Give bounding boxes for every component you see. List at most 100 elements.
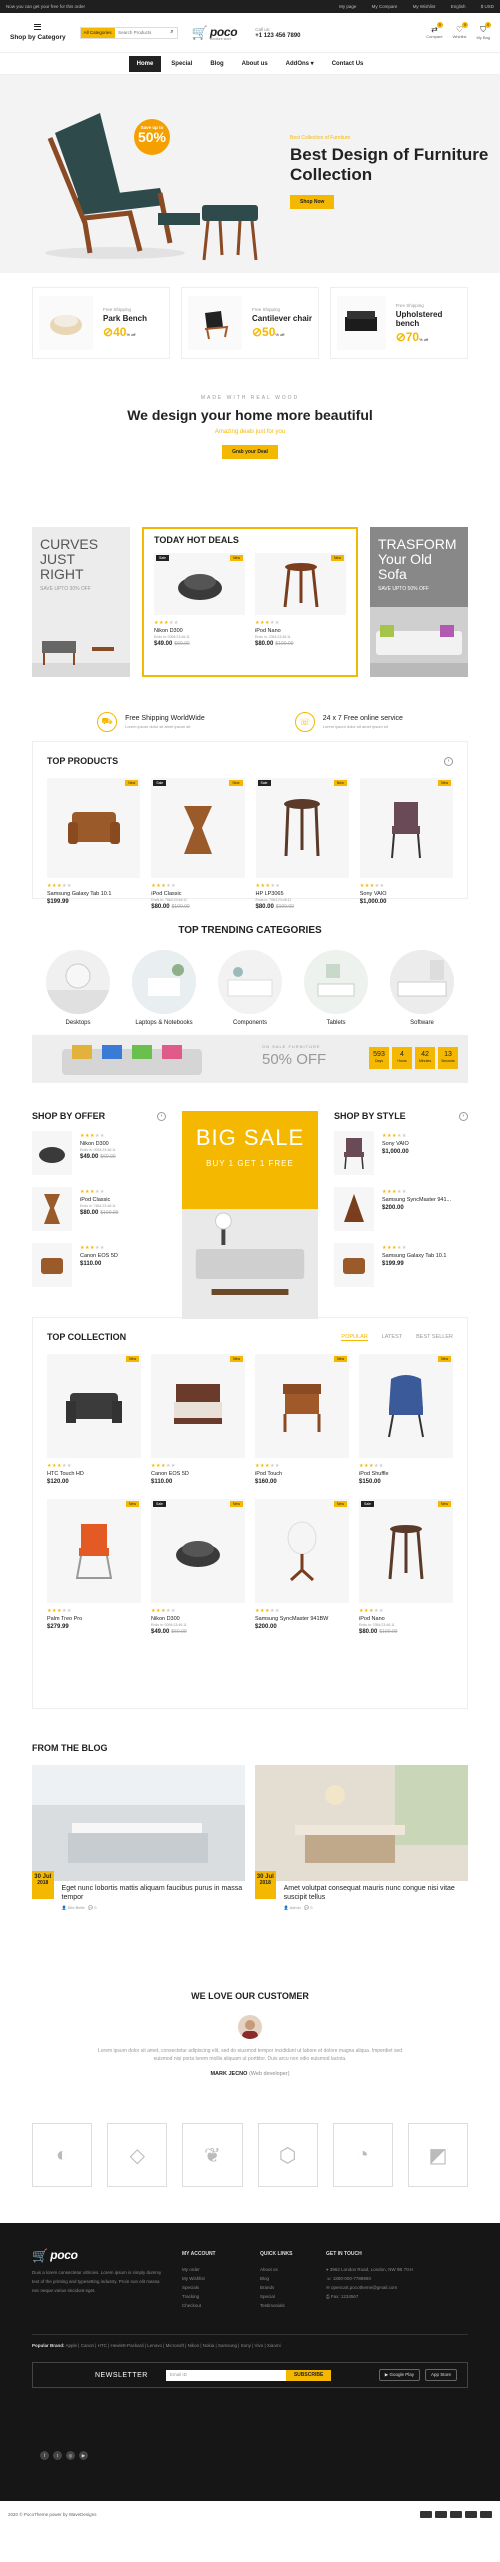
category-components[interactable]: Components	[218, 950, 282, 1026]
brand-logo[interactable]: ◔	[332, 2123, 393, 2187]
footer-link[interactable]: Special	[260, 2292, 326, 2301]
product-name[interactable]: HTC Touch HD	[47, 1471, 141, 1477]
language-select[interactable]: English	[451, 4, 466, 9]
product-card[interactable]: Sale New ★★★★★ iPod Nano Ends in: 2354:23:46…	[359, 1499, 453, 1635]
product-card[interactable]: New ★★★★★ Sony VAIO $1,000.00	[359, 778, 453, 910]
popular-list[interactable]: Apple | Canon | HTC | Hewlett-Packard | …	[66, 2343, 281, 2348]
tab-best-seller[interactable]: BEST SELLER	[416, 1334, 453, 1341]
top-link-wishlist[interactable]: My Wishlist	[413, 4, 436, 9]
product-card[interactable]: New ★★★★★ iPod Touch $160.00	[255, 1354, 349, 1485]
list-item[interactable]: ★★★★★ Nikon D300 Ends in: 0094:23:46:11 $49…	[32, 1131, 166, 1175]
cart-button[interactable]: ⛉ 0 My Bag	[476, 22, 492, 40]
footer-link[interactable]: Brands	[260, 2283, 326, 2292]
nav-special[interactable]: Special	[163, 56, 200, 72]
tab-popular[interactable]: POPULAR	[341, 1334, 368, 1341]
product-card[interactable]: Sale New ★★★★★ iPod Classic Ends in: 7664…	[151, 778, 245, 910]
product-name[interactable]: iPod Touch	[255, 1471, 349, 1477]
footer-link[interactable]: Checkout	[182, 2301, 260, 2310]
footer-link[interactable]: Specials	[182, 2283, 260, 2292]
subscribe-button[interactable]: SUBSCRIBE	[285, 2369, 332, 2381]
shop-by-category-button[interactable]: Shop by Category	[10, 24, 66, 41]
product-name[interactable]: iPod Nano	[255, 628, 346, 634]
list-item[interactable]: ★★★★★ Samsung SyncMaster 941... $200.00	[334, 1187, 468, 1231]
brand-logo[interactable]: ⬡	[257, 2123, 318, 2187]
product-card[interactable]: Sale New ★★★★★ Nikon D300 Ends in: 0094:2…	[154, 553, 245, 647]
brand-logo[interactable]: ◩	[407, 2123, 469, 2187]
list-item[interactable]: ★★★★★ Samsung Galaxy Tab 10.1 $199.99	[334, 1243, 468, 1287]
product-name[interactable]: Samsung SyncMaster 941...	[382, 1197, 451, 1203]
list-item[interactable]: ★★★★★ iPod Classic Ends in: 7664:23:46:11 $…	[32, 1187, 166, 1231]
footer-link[interactable]: Testimonials	[260, 2301, 326, 2310]
category-desktops[interactable]: Desktops	[46, 950, 110, 1026]
product-card[interactable]: Sale New ★★★★★ Nikon D300 Ends in: 0094:23:4…	[151, 1499, 245, 1635]
footer-link[interactable]: My Wishlist	[182, 2274, 260, 2283]
promo-card[interactable]: Free Shipping Upholstered bench ⊘70% off	[330, 287, 468, 359]
top-link-compare[interactable]: My Compare	[372, 4, 398, 9]
nav-addons[interactable]: AddOns ▾	[278, 56, 322, 72]
product-card[interactable]: New ★★★★★ Canon EOS 5D $110.00	[151, 1354, 245, 1485]
nav-blog[interactable]: Blog	[202, 56, 231, 72]
promo-card[interactable]: Free Shipping Cantilever chair ⊘50% off	[181, 287, 319, 359]
search-category-select[interactable]: All Categories	[80, 27, 116, 38]
product-name[interactable]: Palm Treo Pro	[47, 1616, 141, 1622]
product-name[interactable]: Samsung SyncMaster 941BW	[255, 1616, 349, 1622]
product-name[interactable]: Samsung Galaxy Tab 10.1	[382, 1253, 446, 1259]
sale-countdown-banner[interactable]: ON SALE FURNITURE 50% OFF 593 Days 4 Hours …	[32, 1035, 468, 1083]
brand-logo[interactable]: ◐	[32, 2123, 93, 2187]
search-icon[interactable]: ⌕	[167, 28, 177, 38]
curves-banner[interactable]: CURVES JUST RIGHT SAVE UPTO 30% OFF	[32, 527, 130, 677]
nav-home[interactable]: Home	[128, 55, 162, 72]
category-laptops[interactable]: Laptops & Notebooks	[132, 950, 196, 1026]
category-software[interactable]: Software	[390, 950, 454, 1026]
category-tablets[interactable]: Tablets	[304, 950, 368, 1026]
product-name[interactable]: Canon EOS 5D	[151, 1471, 245, 1477]
twitter-icon[interactable]: t	[53, 2451, 62, 2460]
product-name[interactable]: Sony VAIO	[382, 1141, 409, 1147]
footer-link[interactable]: Blog	[260, 2274, 326, 2283]
google-play-button[interactable]: ▶ Google Play	[378, 2369, 420, 2381]
blog-post-title[interactable]: Amet volutpat consequat mauris nunc cong…	[284, 1884, 468, 1902]
search-input[interactable]	[115, 27, 168, 38]
hero-shop-button[interactable]: Shop Now	[290, 195, 335, 209]
product-card[interactable]: New ★★★★★ iPod Shuffle $150.00	[359, 1354, 453, 1485]
product-name[interactable]: iPod Classic	[151, 891, 244, 897]
footer-logo[interactable]: 🛒 poco	[32, 2249, 182, 2262]
product-card[interactable]: New ★★★★★ iPod Nano Ends in: 2354:23:46:…	[255, 553, 346, 647]
logo[interactable]: 🛒 poco furniture store	[192, 25, 238, 41]
tab-latest[interactable]: LATEST	[382, 1334, 402, 1341]
app-store-button[interactable]: App Store	[424, 2369, 457, 2381]
footer-link[interactable]: Tracking	[182, 2292, 260, 2301]
compare-button[interactable]: ⇄ 0 Compare	[426, 22, 443, 40]
transform-banner[interactable]: TRASFORM Your Old Sofa SAVE UPTO 50% OFF	[370, 527, 468, 677]
big-sale-banner[interactable]: BIG SALE BUY 1 GET 1 FREE	[182, 1111, 318, 1319]
product-name[interactable]: Canon EOS 5D	[80, 1253, 118, 1259]
youtube-icon[interactable]: ▶	[79, 2451, 88, 2460]
blog-post[interactable]: 30 Jul 2018 Eget nunc lobortis mattis aliq…	[32, 1765, 245, 1910]
grab-deal-button[interactable]: Grab your Deal	[222, 445, 278, 459]
facebook-icon[interactable]: f	[40, 2451, 49, 2460]
list-item[interactable]: ★★★★★ Sony VAIO $1,000.00	[334, 1131, 468, 1175]
product-name[interactable]: Nikon D300	[154, 628, 245, 634]
newsletter-email-input[interactable]: Email ID	[165, 2369, 286, 2381]
product-card[interactable]: New ★★★★★ HTC Touch HD $120.00	[47, 1354, 141, 1485]
prev-arrow-icon[interactable]: ‹	[157, 1111, 166, 1121]
list-item[interactable]: ★★★★★ Canon EOS 5D $110.00	[32, 1243, 166, 1287]
currency-select[interactable]: $ USD	[481, 4, 494, 9]
product-name[interactable]: iPod Nano	[359, 1616, 453, 1622]
blog-post[interactable]: 30 Jul 2018 Amet volutpat consequat mauris…	[255, 1765, 468, 1910]
footer-email[interactable]: opencart.pocotheme@gmail.com	[331, 2285, 397, 2290]
product-card[interactable]: New ★★★★★ Palm Treo Pro $279.99	[47, 1499, 141, 1635]
product-name[interactable]: Sony VAIO	[360, 891, 453, 897]
next-arrow-icon[interactable]: ›	[459, 1111, 468, 1121]
next-arrow-icon[interactable]: ›	[444, 756, 453, 766]
product-name[interactable]: iPod Classic	[80, 1197, 118, 1203]
instagram-icon[interactable]: ◎	[66, 2451, 75, 2460]
footer-link[interactable]: My order	[182, 2265, 260, 2274]
brand-logo[interactable]: ❦	[182, 2123, 243, 2187]
product-name[interactable]: Nikon D300	[151, 1616, 245, 1622]
product-name[interactable]: iPod Shuffle	[359, 1471, 453, 1477]
promo-card[interactable]: Free Shipping Park Bench ⊘40% off	[32, 287, 170, 359]
product-name[interactable]: HP LP3065	[256, 891, 349, 897]
product-card[interactable]: Sale New ★★★★★ HP LP3065 Ends in: 7064:23…	[255, 778, 349, 910]
nav-contact[interactable]: Contact Us	[324, 56, 372, 72]
